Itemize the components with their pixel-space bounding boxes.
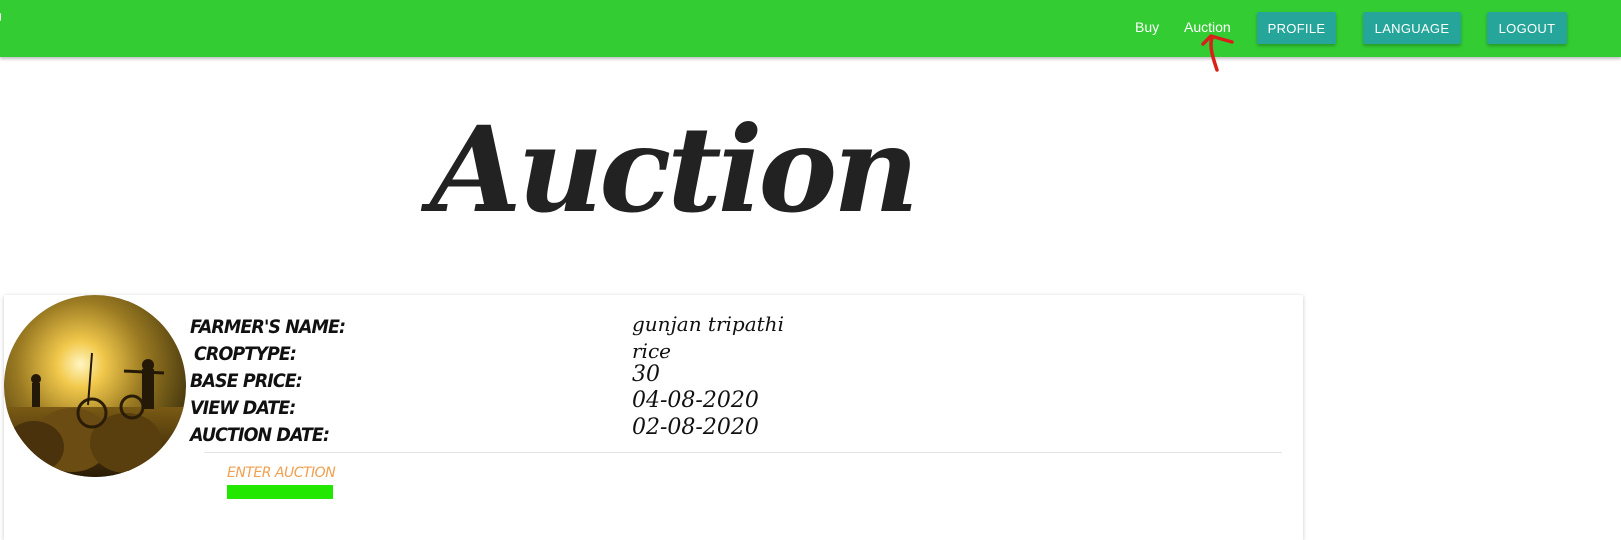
label-base-price: BASE PRICE: bbox=[190, 370, 303, 392]
logout-button[interactable]: LOGOUT bbox=[1487, 12, 1567, 44]
value-auction-date: 02-08-2020 bbox=[632, 415, 759, 440]
value-base-price: 30 bbox=[632, 362, 660, 387]
label-view-date: VIEW DATE: bbox=[190, 397, 296, 419]
profile-button[interactable]: PROFILE bbox=[1257, 12, 1336, 44]
farm-harvest-avatar bbox=[4, 295, 186, 477]
value-view-date: 04-08-2020 bbox=[632, 388, 759, 413]
enter-auction-bar[interactable] bbox=[227, 485, 333, 499]
red-arrow-annotation-icon bbox=[1201, 34, 1234, 72]
page-title: Auction bbox=[430, 100, 919, 239]
navbar-edge-mark bbox=[0, 13, 1, 21]
value-crop-type: rice bbox=[632, 339, 671, 363]
enter-auction-link[interactable]: ENTER AUCTION bbox=[227, 465, 336, 481]
label-crop-type: CROPTYPE: bbox=[194, 343, 297, 365]
card-divider bbox=[204, 452, 1282, 453]
label-auction-date: AUCTION DATE: bbox=[190, 424, 330, 446]
language-button[interactable]: LANGUAGE bbox=[1363, 12, 1461, 44]
top-navbar: Buy Auction PROFILE LANGUAGE LOGOUT bbox=[0, 0, 1621, 57]
auction-card: FARMER'S NAME: CROPTYPE: BASE PRICE: VIE… bbox=[4, 295, 1303, 540]
nav-link-buy[interactable]: Buy bbox=[1135, 19, 1159, 35]
value-farmer-name: gunjan tripathi bbox=[632, 312, 784, 336]
label-farmer-name: FARMER'S NAME: bbox=[190, 316, 346, 338]
